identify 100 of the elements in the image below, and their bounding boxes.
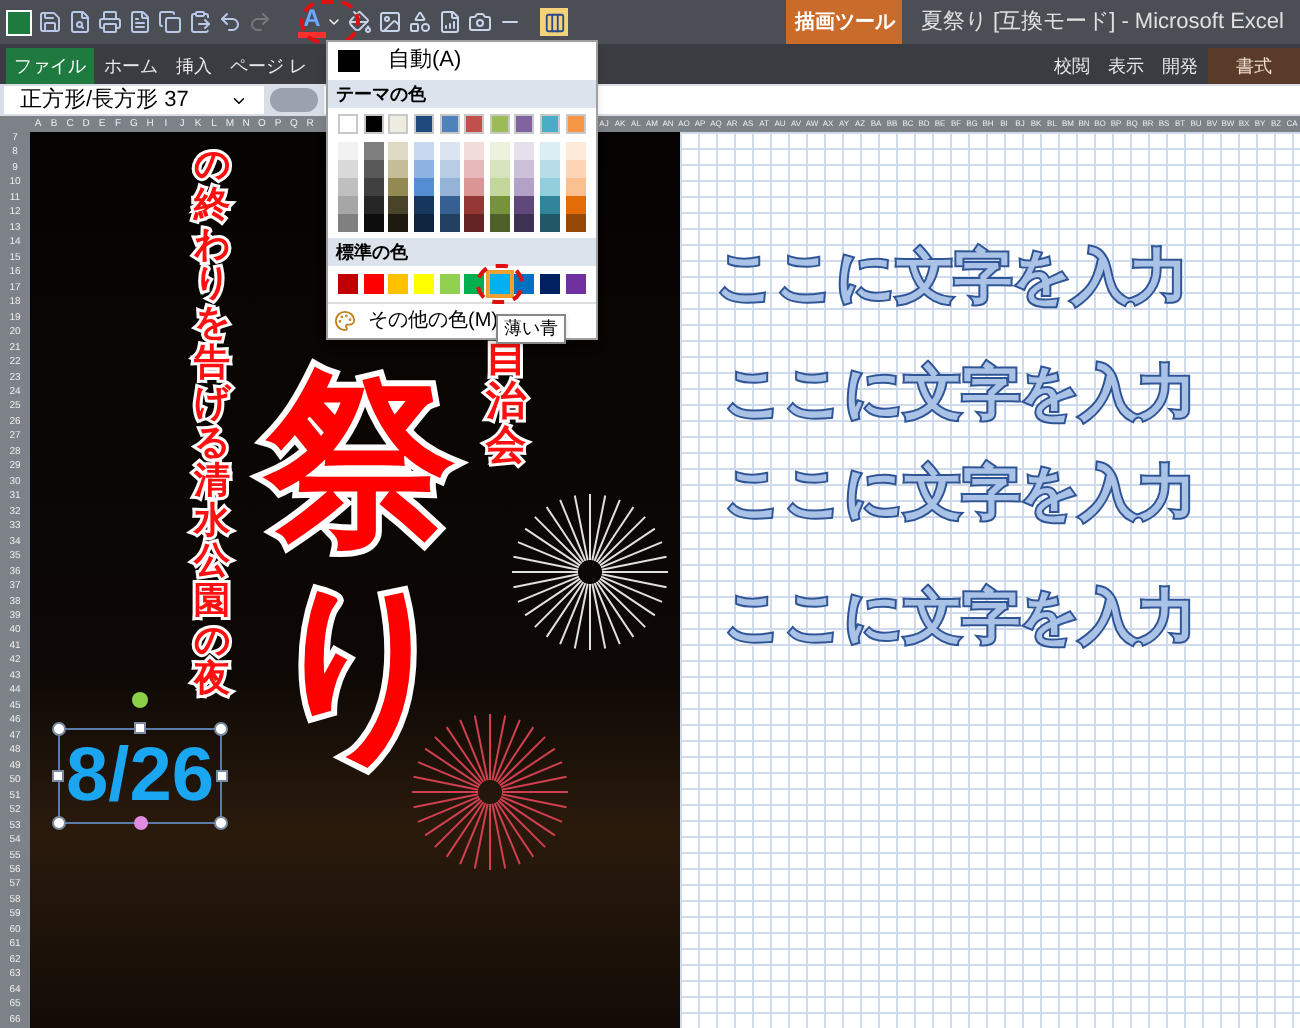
resize-handle[interactable] <box>52 770 64 782</box>
shade-swatch[interactable] <box>439 178 460 196</box>
paste-icon[interactable] <box>188 10 212 34</box>
shade-swatch[interactable] <box>338 196 358 214</box>
color-swatch[interactable] <box>514 274 535 294</box>
color-swatch[interactable] <box>413 274 434 294</box>
paint-bucket-icon[interactable] <box>348 10 372 34</box>
shade-swatch[interactable] <box>464 214 485 232</box>
shade-swatch[interactable] <box>413 214 434 232</box>
shade-swatch[interactable] <box>338 160 358 178</box>
columns-icon[interactable] <box>540 8 568 36</box>
shade-swatch[interactable] <box>413 142 434 160</box>
color-swatch[interactable] <box>388 114 409 134</box>
resize-handle[interactable] <box>214 816 228 830</box>
copy-icon[interactable] <box>158 10 182 34</box>
color-swatch[interactable] <box>439 114 460 134</box>
shade-swatch[interactable] <box>388 142 409 160</box>
ribbon-tab[interactable]: ホーム <box>96 48 166 84</box>
shade-swatch[interactable] <box>514 160 535 178</box>
shade-swatch[interactable] <box>388 214 409 232</box>
shade-swatch[interactable] <box>413 160 434 178</box>
shade-swatch[interactable] <box>464 196 485 214</box>
shade-swatch[interactable] <box>489 160 510 178</box>
color-swatch[interactable] <box>413 114 434 134</box>
shade-swatch[interactable] <box>363 178 384 196</box>
shade-swatch[interactable] <box>565 196 586 214</box>
resize-handle[interactable] <box>216 770 228 782</box>
shade-swatch[interactable] <box>439 196 460 214</box>
ribbon-tab[interactable]: ファイル <box>6 48 94 84</box>
ribbon-tab[interactable]: 開発 <box>1154 48 1206 84</box>
resize-handle[interactable] <box>134 722 146 734</box>
shade-swatch[interactable] <box>565 160 586 178</box>
shade-swatch[interactable] <box>439 160 460 178</box>
color-swatch[interactable] <box>464 274 485 294</box>
print-icon[interactable] <box>98 10 122 34</box>
shade-swatch[interactable] <box>514 196 535 214</box>
automatic-color-option[interactable]: 自動(A) <box>328 42 596 80</box>
resize-handle[interactable] <box>134 816 148 830</box>
preview-icon[interactable] <box>68 10 92 34</box>
shade-swatch[interactable] <box>464 178 485 196</box>
resize-handle[interactable] <box>52 816 66 830</box>
color-swatch[interactable] <box>464 114 485 134</box>
color-swatch[interactable] <box>565 274 586 294</box>
shade-swatch[interactable] <box>489 178 510 196</box>
shade-swatch[interactable] <box>363 196 384 214</box>
color-swatch[interactable] <box>540 114 561 134</box>
shade-swatch[interactable] <box>514 214 535 232</box>
shade-swatch[interactable] <box>540 142 561 160</box>
shade-swatch[interactable] <box>489 196 510 214</box>
shade-swatch[interactable] <box>464 160 485 178</box>
ribbon-tab[interactable]: 校閲 <box>1046 48 1098 84</box>
chart-icon[interactable] <box>438 10 462 34</box>
camera-icon[interactable] <box>468 10 492 34</box>
shade-swatch[interactable] <box>338 142 358 160</box>
shade-swatch[interactable] <box>388 160 409 178</box>
shade-swatch[interactable] <box>565 178 586 196</box>
color-swatch[interactable] <box>338 274 358 294</box>
color-swatch[interactable] <box>338 114 358 134</box>
name-box[interactable]: 正方形/長方形 37 <box>4 86 264 114</box>
color-swatch[interactable] <box>565 114 586 134</box>
shade-swatch[interactable] <box>338 214 358 232</box>
shade-swatch[interactable] <box>489 214 510 232</box>
shade-swatch[interactable] <box>540 178 561 196</box>
shade-swatch[interactable] <box>363 160 384 178</box>
shade-swatch[interactable] <box>565 214 586 232</box>
color-swatch[interactable] <box>439 274 460 294</box>
shade-swatch[interactable] <box>388 178 409 196</box>
shade-swatch[interactable] <box>338 178 358 196</box>
shade-swatch[interactable] <box>464 142 485 160</box>
color-swatch[interactable] <box>489 114 510 134</box>
shade-swatch[interactable] <box>388 196 409 214</box>
undo-icon[interactable] <box>218 10 242 34</box>
shade-swatch[interactable] <box>439 214 460 232</box>
picture-icon[interactable] <box>378 10 402 34</box>
ribbon-tab[interactable]: 挿入 <box>168 48 220 84</box>
shade-swatch[interactable] <box>413 196 434 214</box>
shapes-icon[interactable] <box>408 10 432 34</box>
shade-swatch[interactable] <box>413 178 434 196</box>
shade-swatch[interactable] <box>540 196 561 214</box>
splitter-handle[interactable] <box>270 88 318 112</box>
shade-swatch[interactable] <box>363 142 384 160</box>
color-swatch[interactable] <box>388 274 409 294</box>
document-icon[interactable] <box>128 10 152 34</box>
color-swatch[interactable] <box>540 274 561 294</box>
color-swatch[interactable] <box>489 274 510 294</box>
shade-swatch[interactable] <box>514 178 535 196</box>
ribbon-tab[interactable]: ページ レ <box>222 48 316 84</box>
shade-swatch[interactable] <box>540 160 561 178</box>
shade-swatch[interactable] <box>540 214 561 232</box>
resize-handle[interactable] <box>52 722 66 736</box>
color-swatch[interactable] <box>363 274 384 294</box>
save-icon[interactable] <box>38 10 62 34</box>
shade-swatch[interactable] <box>565 142 586 160</box>
rotation-handle[interactable] <box>132 692 148 708</box>
shade-swatch[interactable] <box>489 142 510 160</box>
color-swatch[interactable] <box>363 114 384 134</box>
resize-handle[interactable] <box>214 722 228 736</box>
shade-swatch[interactable] <box>514 142 535 160</box>
caret-icon[interactable] <box>326 14 342 30</box>
color-swatch[interactable] <box>514 114 535 134</box>
